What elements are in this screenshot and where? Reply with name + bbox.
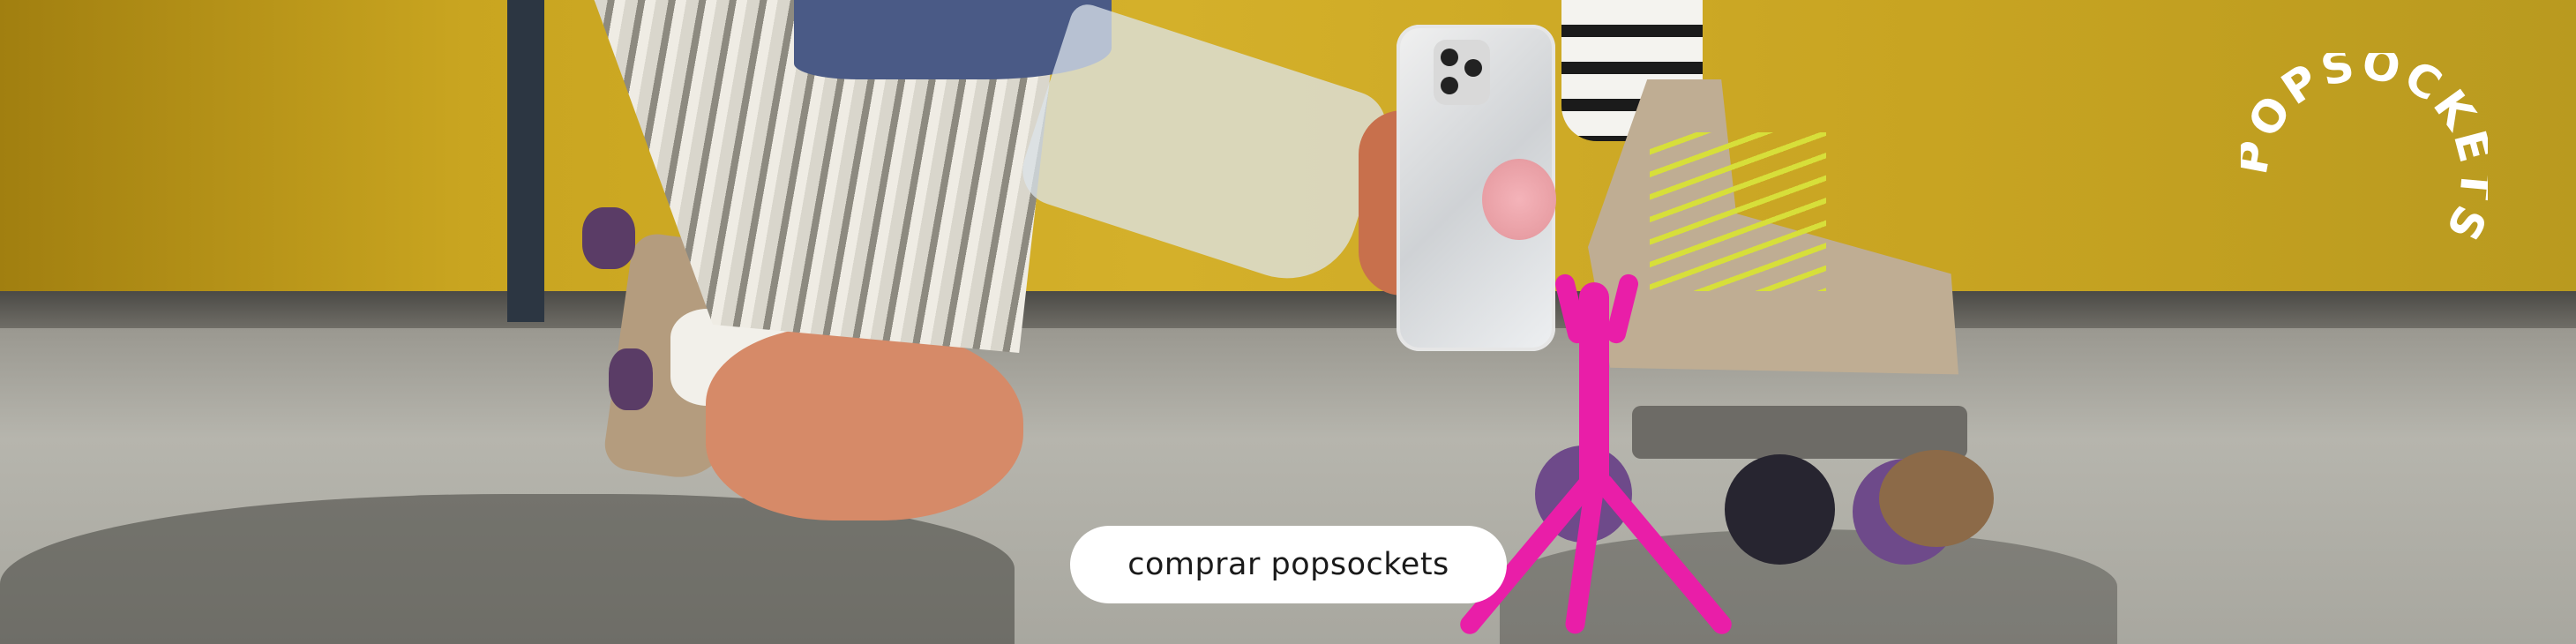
camera-lens [1441, 49, 1458, 66]
baseboard [0, 291, 2576, 328]
pink-phone-tripod [1579, 282, 1609, 494]
skate-laces [1650, 132, 1826, 291]
camera-lens [1464, 59, 1482, 77]
pink-glitter-popsocket-grip [1482, 159, 1556, 240]
logo-wordmark: POPSOCKETS [2241, 53, 2488, 251]
rear-skate-wheel [609, 348, 653, 410]
dark-pole [507, 0, 544, 322]
phone-camera [1434, 40, 1490, 105]
skate-truck [1632, 406, 1967, 459]
kneeling-leg [706, 326, 1023, 520]
toe-stopper [1879, 450, 1994, 547]
popsockets-circular-logo[interactable]: POPSOCKETS [2241, 53, 2488, 300]
camera-lens [1441, 77, 1458, 94]
rear-skate-wheel [582, 207, 635, 269]
skate-wheel [1725, 454, 1835, 565]
shop-popsockets-button[interactable]: comprar popsockets [1070, 526, 1507, 603]
promo-banner[interactable]: POPSOCKETS comprar popsockets [0, 0, 2576, 644]
